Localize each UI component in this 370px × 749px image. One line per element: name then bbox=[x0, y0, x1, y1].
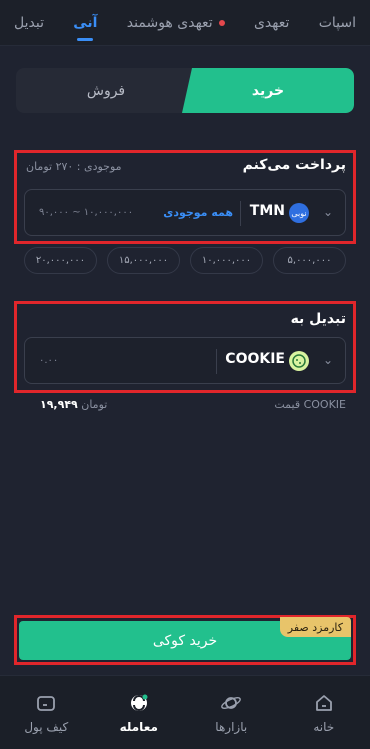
cookie-coin-icon bbox=[289, 351, 309, 371]
convert-currency[interactable]: COOKIE bbox=[225, 351, 285, 367]
pay-amount-field[interactable]: ⌄ نوبی TMN همه موجودی ۹۰,۰۰۰ ~ ۱۰,۰۰۰,۰۰… bbox=[24, 189, 346, 236]
price-value: ۱۹,۹۴۹ bbox=[40, 398, 78, 411]
pay-range-placeholder[interactable]: ۹۰,۰۰۰ ~ ۱۰,۰۰۰,۰۰۰ bbox=[39, 207, 133, 218]
wallet-icon bbox=[37, 695, 56, 711]
price-unit: تومان bbox=[81, 398, 108, 411]
chevron-down-icon[interactable]: ⌄ bbox=[323, 353, 333, 367]
chip-amount[interactable]: ۵,۰۰۰,۰۰۰ bbox=[273, 247, 346, 274]
tab-instant[interactable]: آنی bbox=[73, 11, 97, 35]
home-icon bbox=[315, 694, 332, 711]
chip-amount[interactable]: ۱۰,۰۰۰,۰۰۰ bbox=[190, 247, 263, 274]
tab-convert[interactable]: تبدیل bbox=[14, 11, 44, 35]
nav-trade-label: معامله bbox=[119, 719, 158, 734]
top-tabs: اسپات تعهدی تعهدی هوشمند آنی تبدیل bbox=[0, 0, 370, 46]
all-balance-link[interactable]: همه موجودی bbox=[163, 206, 233, 219]
chip-amount[interactable]: ۱۵,۰۰۰,۰۰۰ bbox=[107, 247, 180, 274]
pay-currency[interactable]: TMN bbox=[250, 203, 285, 219]
chevron-down-icon[interactable]: ⌄ bbox=[323, 205, 333, 219]
trade-icon bbox=[130, 694, 148, 711]
nav-markets[interactable]: بازارها bbox=[191, 692, 271, 734]
chip-amount[interactable]: ۲۰,۰۰۰,۰۰۰ bbox=[24, 247, 97, 274]
coin-label: نوبی bbox=[291, 208, 307, 218]
nav-wallet-label: کیف پول bbox=[24, 719, 69, 734]
bottom-nav: خانه بازارها معامله کیف پول bbox=[0, 675, 370, 749]
buy-toggle[interactable]: خرید bbox=[182, 68, 354, 113]
nav-trade[interactable]: معامله bbox=[99, 692, 179, 734]
pay-balance: موجودی : ۲۷۰ تومان bbox=[26, 160, 122, 173]
nav-home-label: خانه bbox=[313, 719, 335, 734]
nav-wallet[interactable]: کیف پول bbox=[6, 692, 86, 734]
nav-home[interactable]: خانه bbox=[284, 692, 364, 734]
tab-spot[interactable]: اسپات bbox=[319, 11, 356, 35]
convert-divider bbox=[216, 349, 217, 374]
pay-title: پرداخت می‌کنم bbox=[242, 157, 346, 173]
price-value-row: تومان ۱۹,۹۴۹ bbox=[34, 398, 107, 411]
tab-smart-futures-label: تعهدی هوشمند bbox=[126, 14, 213, 31]
convert-amount-value[interactable]: ۰.۰۰ bbox=[39, 355, 58, 366]
tab-smart-futures[interactable]: تعهدی هوشمند bbox=[127, 11, 225, 35]
buy-sell-toggle: فروش خرید bbox=[16, 68, 354, 113]
pay-divider bbox=[240, 201, 241, 226]
zero-fee-badge: کارمزد صفر bbox=[279, 617, 351, 637]
sell-toggle[interactable]: فروش bbox=[16, 68, 196, 113]
price-label: قیمت COOKIE bbox=[274, 398, 346, 411]
new-dot-icon bbox=[218, 19, 225, 26]
tmn-coin-icon: نوبی bbox=[289, 203, 309, 223]
convert-title: تبدیل به bbox=[290, 311, 346, 327]
planet-icon bbox=[221, 696, 242, 709]
convert-amount-field[interactable]: ⌄ COOKIE ۰.۰۰ bbox=[24, 337, 346, 384]
quick-amount-chips: ۲۰,۰۰۰,۰۰۰ ۱۵,۰۰۰,۰۰۰ ۱۰,۰۰۰,۰۰۰ ۵,۰۰۰,۰… bbox=[24, 247, 346, 274]
tab-futures[interactable]: تعهدی bbox=[254, 11, 289, 35]
nav-markets-label: بازارها bbox=[215, 719, 248, 734]
